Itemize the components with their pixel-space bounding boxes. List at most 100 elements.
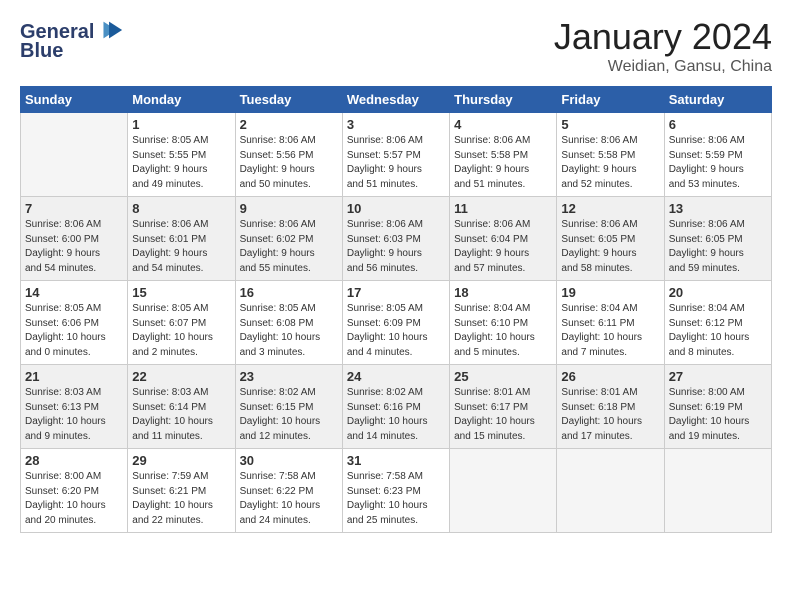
calendar-cell: 22 Sunrise: 8:03 AM Sunset: 6:14 PM Dayli… — [128, 365, 235, 449]
day-number: 4 — [454, 117, 552, 132]
day-info: Sunrise: 8:05 AM Sunset: 6:07 PM Dayligh… — [132, 302, 230, 360]
calendar-week-row: 21 Sunrise: 8:03 AM Sunset: 6:13 PM Dayli… — [21, 365, 772, 449]
day-info: Sunrise: 8:02 AM Sunset: 6:15 PM Dayligh… — [240, 386, 338, 444]
day-number: 15 — [132, 285, 230, 300]
calendar-header-friday: Friday — [557, 87, 664, 113]
day-info: Sunrise: 8:01 AM Sunset: 6:17 PM Dayligh… — [454, 386, 552, 444]
calendar-cell — [557, 449, 664, 533]
day-number: 28 — [25, 453, 123, 468]
calendar-cell: 13 Sunrise: 8:06 AM Sunset: 6:05 PM Dayli… — [664, 197, 771, 281]
day-number: 11 — [454, 201, 552, 216]
day-number: 6 — [669, 117, 767, 132]
calendar-cell: 26 Sunrise: 8:01 AM Sunset: 6:18 PM Dayli… — [557, 365, 664, 449]
day-number: 29 — [132, 453, 230, 468]
calendar-cell: 31 Sunrise: 7:58 AM Sunset: 6:23 PM Dayli… — [342, 449, 449, 533]
day-number: 10 — [347, 201, 445, 216]
day-info: Sunrise: 8:05 AM Sunset: 5:55 PM Dayligh… — [132, 134, 230, 192]
page-subtitle: Weidian, Gansu, China — [554, 58, 772, 76]
day-info: Sunrise: 8:00 AM Sunset: 6:20 PM Dayligh… — [25, 470, 123, 528]
day-number: 24 — [347, 369, 445, 384]
day-number: 1 — [132, 117, 230, 132]
header: General Blue January 2024 Weidian, Gansu… — [20, 16, 772, 76]
calendar: SundayMondayTuesdayWednesdayThursdayFrid… — [20, 86, 772, 533]
calendar-week-row: 1 Sunrise: 8:05 AM Sunset: 5:55 PM Daylig… — [21, 113, 772, 197]
calendar-cell: 8 Sunrise: 8:06 AM Sunset: 6:01 PM Daylig… — [128, 197, 235, 281]
day-info: Sunrise: 7:58 AM Sunset: 6:22 PM Dayligh… — [240, 470, 338, 528]
day-info: Sunrise: 8:06 AM Sunset: 6:05 PM Dayligh… — [561, 218, 659, 276]
calendar-cell: 10 Sunrise: 8:06 AM Sunset: 6:03 PM Dayli… — [342, 197, 449, 281]
day-info: Sunrise: 8:06 AM Sunset: 5:59 PM Dayligh… — [669, 134, 767, 192]
calendar-cell: 21 Sunrise: 8:03 AM Sunset: 6:13 PM Dayli… — [21, 365, 128, 449]
calendar-cell: 3Sunrise: 8:06 AM Sunset: 5:57 PM Daylig… — [342, 113, 449, 197]
day-info: Sunrise: 8:06 AM Sunset: 6:01 PM Dayligh… — [132, 218, 230, 276]
calendar-cell: 17Sunrise: 8:05 AM Sunset: 6:09 PM Dayli… — [342, 281, 449, 365]
calendar-cell: 12Sunrise: 8:06 AM Sunset: 6:05 PM Dayli… — [557, 197, 664, 281]
day-number: 8 — [132, 201, 230, 216]
calendar-cell: 9Sunrise: 8:06 AM Sunset: 6:02 PM Daylig… — [235, 197, 342, 281]
day-info: Sunrise: 8:06 AM Sunset: 5:58 PM Dayligh… — [561, 134, 659, 192]
day-info: Sunrise: 8:04 AM Sunset: 6:12 PM Dayligh… — [669, 302, 767, 360]
day-info: Sunrise: 8:06 AM Sunset: 6:03 PM Dayligh… — [347, 218, 445, 276]
calendar-cell: 18 Sunrise: 8:04 AM Sunset: 6:10 PM Dayli… — [450, 281, 557, 365]
day-number: 18 — [454, 285, 552, 300]
logo-icon — [96, 16, 124, 44]
calendar-cell — [21, 113, 128, 197]
calendar-header-sunday: Sunday — [21, 87, 128, 113]
day-number: 16 — [240, 285, 338, 300]
calendar-cell: 28 Sunrise: 8:00 AM Sunset: 6:20 PM Dayli… — [21, 449, 128, 533]
page-title: January 2024 — [554, 16, 772, 58]
calendar-cell: 23Sunrise: 8:02 AM Sunset: 6:15 PM Dayli… — [235, 365, 342, 449]
day-number: 14 — [25, 285, 123, 300]
title-block: January 2024 Weidian, Gansu, China — [554, 16, 772, 76]
calendar-header-monday: Monday — [128, 87, 235, 113]
calendar-cell: 30 Sunrise: 7:58 AM Sunset: 6:22 PM Dayli… — [235, 449, 342, 533]
day-number: 3 — [347, 117, 445, 132]
day-info: Sunrise: 8:03 AM Sunset: 6:13 PM Dayligh… — [25, 386, 123, 444]
day-number: 26 — [561, 369, 659, 384]
calendar-cell — [450, 449, 557, 533]
day-number: 20 — [669, 285, 767, 300]
calendar-cell: 7Sunrise: 8:06 AM Sunset: 6:00 PM Daylig… — [21, 197, 128, 281]
calendar-cell: 29 Sunrise: 7:59 AM Sunset: 6:21 PM Dayli… — [128, 449, 235, 533]
calendar-cell: 20 Sunrise: 8:04 AM Sunset: 6:12 PM Dayli… — [664, 281, 771, 365]
day-number: 19 — [561, 285, 659, 300]
day-info: Sunrise: 8:06 AM Sunset: 6:05 PM Dayligh… — [669, 218, 767, 276]
day-info: Sunrise: 8:05 AM Sunset: 6:06 PM Dayligh… — [25, 302, 123, 360]
calendar-cell: 4Sunrise: 8:06 AM Sunset: 5:58 PM Daylig… — [450, 113, 557, 197]
calendar-cell: 6 Sunrise: 8:06 AM Sunset: 5:59 PM Daylig… — [664, 113, 771, 197]
page: General Blue January 2024 Weidian, Gansu… — [0, 0, 792, 543]
day-number: 27 — [669, 369, 767, 384]
day-number: 22 — [132, 369, 230, 384]
day-info: Sunrise: 8:06 AM Sunset: 6:04 PM Dayligh… — [454, 218, 552, 276]
calendar-cell: 24 Sunrise: 8:02 AM Sunset: 6:16 PM Dayli… — [342, 365, 449, 449]
calendar-header-thursday: Thursday — [450, 87, 557, 113]
day-number: 31 — [347, 453, 445, 468]
day-number: 17 — [347, 285, 445, 300]
calendar-cell: 2Sunrise: 8:06 AM Sunset: 5:56 PM Daylig… — [235, 113, 342, 197]
calendar-header-saturday: Saturday — [664, 87, 771, 113]
calendar-header-row: SundayMondayTuesdayWednesdayThursdayFrid… — [21, 87, 772, 113]
day-info: Sunrise: 8:04 AM Sunset: 6:10 PM Dayligh… — [454, 302, 552, 360]
calendar-cell: 5Sunrise: 8:06 AM Sunset: 5:58 PM Daylig… — [557, 113, 664, 197]
day-number: 30 — [240, 453, 338, 468]
calendar-week-row: 14 Sunrise: 8:05 AM Sunset: 6:06 PM Dayli… — [21, 281, 772, 365]
day-info: Sunrise: 7:58 AM Sunset: 6:23 PM Dayligh… — [347, 470, 445, 528]
day-info: Sunrise: 8:05 AM Sunset: 6:08 PM Dayligh… — [240, 302, 338, 360]
calendar-cell: 16 Sunrise: 8:05 AM Sunset: 6:08 PM Dayli… — [235, 281, 342, 365]
calendar-week-row: 7Sunrise: 8:06 AM Sunset: 6:00 PM Daylig… — [21, 197, 772, 281]
day-number: 25 — [454, 369, 552, 384]
calendar-week-row: 28 Sunrise: 8:00 AM Sunset: 6:20 PM Dayli… — [21, 449, 772, 533]
day-number: 13 — [669, 201, 767, 216]
day-info: Sunrise: 8:02 AM Sunset: 6:16 PM Dayligh… — [347, 386, 445, 444]
day-info: Sunrise: 8:03 AM Sunset: 6:14 PM Dayligh… — [132, 386, 230, 444]
calendar-cell: 25 Sunrise: 8:01 AM Sunset: 6:17 PM Dayli… — [450, 365, 557, 449]
calendar-cell: 1 Sunrise: 8:05 AM Sunset: 5:55 PM Daylig… — [128, 113, 235, 197]
day-number: 2 — [240, 117, 338, 132]
day-number: 21 — [25, 369, 123, 384]
calendar-cell: 27Sunrise: 8:00 AM Sunset: 6:19 PM Dayli… — [664, 365, 771, 449]
day-info: Sunrise: 8:06 AM Sunset: 6:02 PM Dayligh… — [240, 218, 338, 276]
day-info: Sunrise: 8:01 AM Sunset: 6:18 PM Dayligh… — [561, 386, 659, 444]
day-info: Sunrise: 7:59 AM Sunset: 6:21 PM Dayligh… — [132, 470, 230, 528]
day-info: Sunrise: 8:06 AM Sunset: 6:00 PM Dayligh… — [25, 218, 123, 276]
calendar-cell: 14 Sunrise: 8:05 AM Sunset: 6:06 PM Dayli… — [21, 281, 128, 365]
